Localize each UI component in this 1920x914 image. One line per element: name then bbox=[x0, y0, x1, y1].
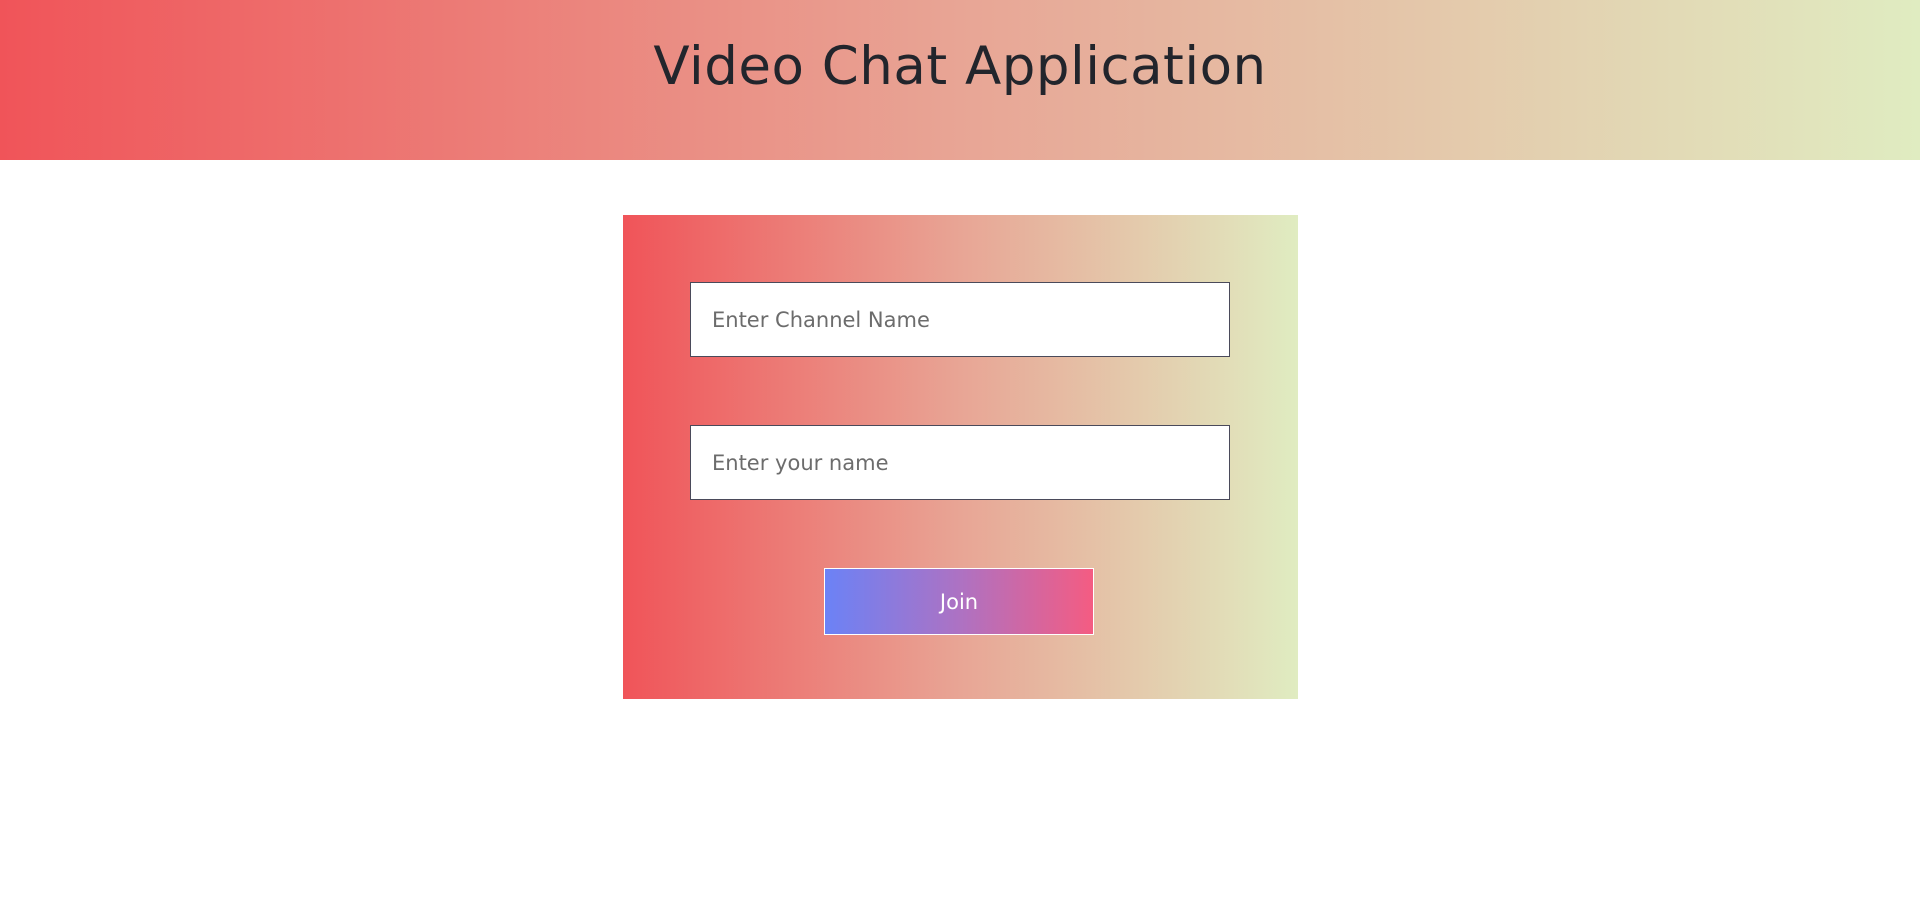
user-name-input[interactable] bbox=[690, 425, 1230, 500]
page-title: Video Chat Application bbox=[653, 35, 1267, 97]
join-button[interactable]: Join bbox=[824, 568, 1094, 635]
app-header: Video Chat Application bbox=[0, 0, 1920, 160]
channel-name-input[interactable] bbox=[690, 282, 1230, 357]
join-form-card: Join bbox=[623, 215, 1298, 699]
